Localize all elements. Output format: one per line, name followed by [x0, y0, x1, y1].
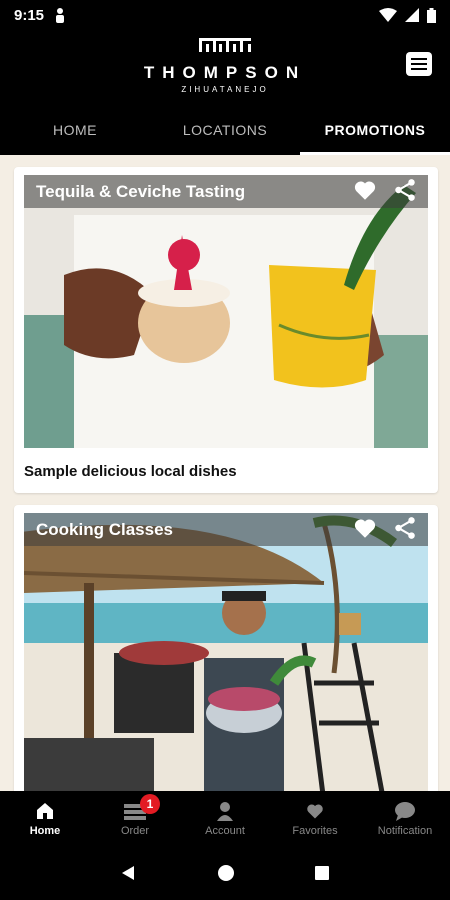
- promotion-image: Cooking Classes: [24, 513, 428, 791]
- logo-mark-icon: [199, 38, 251, 52]
- nav-label: Notification: [377, 824, 433, 837]
- beach-photo: [24, 513, 428, 791]
- home-icon: [37, 802, 53, 819]
- status-bar: 9:15: [0, 0, 450, 30]
- status-time: 9:15: [14, 6, 45, 24]
- chat-bubble-icon: [395, 801, 415, 821]
- card-description: Sample delicious local dishes: [24, 463, 237, 480]
- card-actions: [352, 177, 418, 203]
- system-navigation: [0, 846, 450, 900]
- battery-icon: [427, 7, 436, 23]
- nav-favorites[interactable]: Favorites: [270, 791, 360, 846]
- notification-person-icon: [56, 8, 65, 23]
- heart-icon: [307, 803, 323, 818]
- brand-location: ZIHUATANEJO: [181, 85, 269, 94]
- list-icon: [411, 58, 427, 60]
- signal-icon: [405, 8, 419, 22]
- heart-icon[interactable]: [352, 515, 378, 541]
- nav-label: Order: [120, 824, 150, 837]
- nav-order[interactable]: 1 Order: [90, 791, 180, 846]
- nav-account[interactable]: Account: [180, 791, 270, 846]
- tab-locations[interactable]: LOCATIONS: [150, 105, 300, 155]
- order-count-badge: 1: [140, 794, 160, 814]
- share-icon[interactable]: [392, 515, 418, 541]
- tab-home[interactable]: HOME: [0, 105, 150, 155]
- brand-name: THOMPSON: [143, 63, 307, 82]
- home-circle-icon[interactable]: [217, 864, 235, 882]
- share-icon[interactable]: [392, 177, 418, 203]
- recents-icon[interactable]: [314, 865, 330, 881]
- tab-promotions[interactable]: PROMOTIONS: [300, 105, 450, 155]
- heart-icon[interactable]: [352, 177, 378, 203]
- menu-button[interactable]: [406, 52, 432, 76]
- bottom-navigation: Home 1 Order Account Favorites Notificat…: [0, 791, 450, 846]
- promotion-image: Tequila & Ceviche Tasting: [24, 175, 428, 448]
- promotion-card[interactable]: Cooking Classes: [14, 505, 438, 791]
- promotions-list: Tequila & Ceviche Tasting Sample delicio…: [0, 155, 450, 791]
- person-icon: [217, 801, 233, 821]
- nav-notification[interactable]: Notification: [360, 791, 450, 846]
- nav-label: Favorites: [292, 824, 338, 837]
- app-header: THOMPSON ZIHUATANEJO: [0, 30, 450, 105]
- back-icon[interactable]: [120, 864, 138, 882]
- card-actions: [352, 515, 418, 541]
- card-title-text: Tequila & Ceviche Tasting: [36, 181, 246, 201]
- nav-label: Home: [29, 824, 61, 837]
- top-tabs: HOME LOCATIONS PROMOTIONS: [0, 105, 450, 155]
- promotion-card[interactable]: Tequila & Ceviche Tasting Sample delicio…: [14, 167, 438, 493]
- card-title-text: Cooking Classes: [36, 519, 173, 539]
- thompson-logo: THOMPSON ZIHUATANEJO: [0, 38, 450, 94]
- wifi-icon: [379, 8, 397, 22]
- nav-label: Account: [205, 824, 245, 837]
- nav-home[interactable]: Home: [0, 791, 90, 846]
- cocktails-photo: [24, 175, 428, 448]
